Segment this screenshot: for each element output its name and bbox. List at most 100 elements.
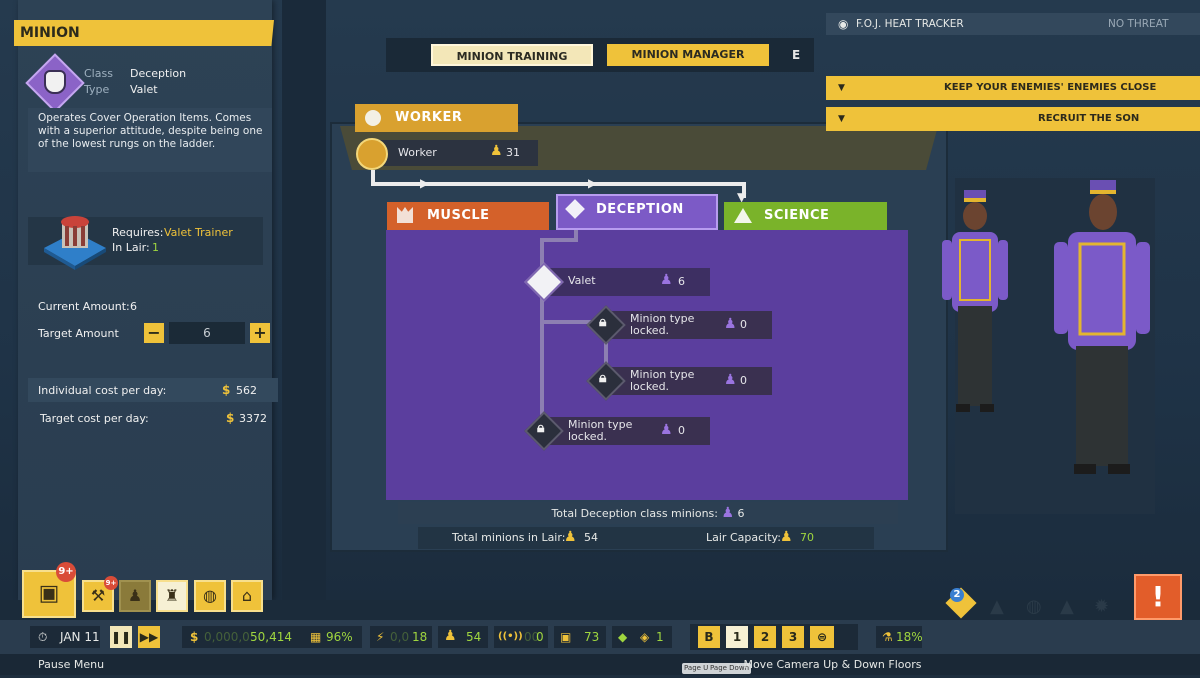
power-stat: ⚡ 0,0 18 (370, 626, 432, 648)
chevron-down-icon: ▼ (838, 114, 845, 124)
locked-minion-node[interactable]: Minion type locked. ♟ 0 (606, 311, 772, 339)
target-amount-label: Target Amount (38, 327, 119, 340)
gear-icon[interactable]: ✹ (1094, 596, 1109, 617)
diamond-icon (565, 199, 585, 219)
fuel-icon: ▣ (560, 630, 572, 644)
fuel-stat: ▣ 73 (554, 626, 606, 648)
stopwatch-icon: ⏱ (38, 630, 48, 644)
science-value: 18% (896, 630, 923, 644)
person-icon: ♟ (564, 529, 577, 545)
heat-tracker-status: NO THREAT (1108, 18, 1169, 30)
current-amount-label: Current Amount: (38, 300, 130, 313)
target-cost-label: Target cost per day: (40, 412, 149, 425)
person-icon: ♟ (724, 372, 737, 388)
worker-category-tag: WORKER (355, 104, 518, 132)
warning-icon[interactable]: ▲ (1060, 596, 1074, 617)
valet-node[interactable]: Valet ♟ 6 (546, 268, 710, 296)
minion-count: 54 (466, 630, 482, 644)
alert-warning-button[interactable]: ! (1134, 574, 1182, 620)
worker-hardhat-icon (356, 138, 388, 170)
person-icon: ♟ (444, 628, 457, 644)
floor-button-1[interactable]: 1 (726, 626, 748, 648)
objective-item[interactable]: ▼ KEEP YOUR ENEMIES' ENEMIES CLOSE (826, 76, 1200, 100)
science-stat: ⚗ 18% (876, 626, 923, 648)
shield-value: 1 (656, 630, 664, 644)
warning-icon[interactable]: ▲ (990, 596, 1004, 617)
type-label: Type (84, 83, 110, 96)
floor-button-3[interactable]: 3 (782, 626, 804, 648)
globe-icon[interactable]: ◍ (1026, 596, 1042, 617)
class-total-row: Total Deception class minions: ♟ 6 (398, 502, 898, 524)
film-icon: ▦ (310, 630, 322, 644)
individual-cost-label: Individual cost per day: (38, 384, 167, 397)
eye-icon: ◉ (838, 17, 849, 31)
tab-key-hint: E (792, 48, 801, 62)
fox-icon (397, 207, 413, 223)
wall-pillar (282, 0, 326, 600)
tree-line (540, 238, 578, 242)
camera-hint: - Move Camera Up & Down Floors (736, 658, 922, 671)
valet-node-count: 6 (678, 275, 685, 288)
class-total-value: 6 (737, 507, 745, 520)
lock-icon: 🔒︎ (599, 314, 607, 330)
valet-minion-portraits (942, 180, 1150, 474)
tab-minion-training[interactable]: MINION TRAINING (431, 44, 593, 66)
worker-node[interactable]: Worker ♟ 31 (372, 140, 538, 166)
description-line: Operates Cover Operation Items. Comes (38, 112, 252, 124)
increase-target-button[interactable]: + (250, 323, 270, 343)
tab-muscle[interactable]: MUSCLE (387, 202, 549, 230)
locked-line2: locked. (630, 380, 670, 393)
heat-tracker[interactable]: ◉ F.O.J. HEAT TRACKER NO THREAT (826, 13, 1200, 35)
capacity-value: 70 (800, 531, 814, 544)
home-button[interactable]: ⌂ (231, 580, 263, 612)
person-icon: ♟ (724, 316, 737, 332)
fuel-value: 73 (584, 630, 600, 644)
floor-button-b[interactable]: B (698, 626, 720, 648)
lair-total-label: Total minions in Lair: (452, 531, 566, 544)
heat-tracker-label: F.O.J. HEAT TRACKER (856, 18, 964, 30)
fast-forward-button[interactable]: ▶▶ (138, 626, 160, 648)
money-dim: 0,000,0 (204, 630, 250, 644)
locked-count: 0 (678, 424, 685, 437)
lair-totals-row: Total minions in Lair: ♟ 54 Lair Capacit… (418, 527, 874, 549)
notifications-badge: 9+ (56, 562, 76, 582)
locked-count: 0 (740, 374, 747, 387)
locked-minion-node[interactable]: Minion type locked. ♟ 0 (544, 417, 710, 445)
objective-label: RECRUIT THE SON (1038, 113, 1140, 124)
flask-icon: ⚗ (882, 630, 893, 644)
minion-manager-button[interactable]: ♜ (156, 580, 188, 612)
locked-minion-node[interactable]: Minion type locked. ♟ 0 (606, 367, 772, 395)
triangle-icon (734, 208, 752, 223)
pause-button[interactable]: ❚❚ (110, 626, 132, 648)
coin-icon: $ (222, 383, 231, 397)
individual-cost-value: 562 (236, 384, 257, 397)
signal-value: 0 (536, 630, 544, 644)
floor-button-2[interactable]: 2 (754, 626, 776, 648)
worker-dot-icon (365, 110, 381, 126)
tab-science-label: SCIENCE (764, 208, 830, 223)
objective-item[interactable]: ▼ RECRUIT THE SON (826, 107, 1200, 131)
current-amount-value: 6 (130, 300, 137, 313)
shield-icon: ◈ (640, 630, 650, 644)
world-button[interactable]: ◍ (194, 580, 226, 612)
chevron-down-icon: ▼ (838, 83, 845, 93)
security-stat: ◆ ◈ 1 (612, 626, 672, 648)
requires-value: Valet Trainer (164, 226, 233, 239)
person-icon: ♟ (660, 422, 673, 438)
decrease-target-button[interactable]: − (144, 323, 164, 343)
tab-minion-manager[interactable]: MINION MANAGER (607, 44, 769, 66)
target-amount-field[interactable]: 6 (169, 322, 245, 344)
capacity-label: Lair Capacity: (706, 531, 781, 544)
objective-label: KEEP YOUR ENEMIES' ENEMIES CLOSE (944, 82, 1157, 93)
description-line: with a superior attitude, despite being … (38, 125, 263, 137)
truck-icon: ◆ (618, 630, 628, 644)
pause-menu-hint[interactable]: Pause Menu (38, 654, 104, 675)
minion-figure-button[interactable]: ♟ (119, 580, 151, 612)
vehicle-floor-button[interactable]: ⊜ (810, 626, 834, 648)
person-icon: ♟ (490, 143, 503, 159)
money-value: 50,414 (250, 630, 292, 644)
lair-total-value: 54 (584, 531, 598, 544)
tab-science[interactable]: SCIENCE (724, 202, 887, 230)
money-stat: $ 0,000,0 50,414 ▦ 96% (182, 626, 362, 648)
tab-deception[interactable]: DECEPTION (556, 194, 718, 230)
